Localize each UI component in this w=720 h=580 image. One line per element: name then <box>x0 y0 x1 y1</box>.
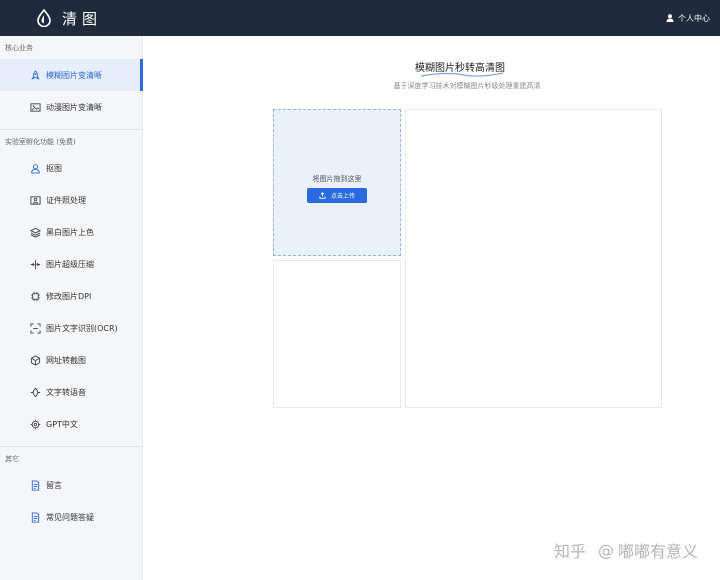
id-photo-icon <box>30 195 41 205</box>
sidebar-item-label: 抠图 <box>46 163 62 173</box>
sidebar-item-label: 文字转语音 <box>46 387 86 397</box>
image-icon <box>30 102 41 112</box>
page-subtitle: 基于深度学习技术对模糊图片秒级处理重建高清 <box>393 82 541 90</box>
scan-icon <box>30 322 41 334</box>
sidebar-item-deblur[interactable]: 模糊图片变清晰 <box>0 59 143 91</box>
sidebar-item-anime[interactable]: 动漫图片变清晰 <box>0 91 142 123</box>
sidebar-item-label: 动漫图片变清晰 <box>46 102 102 112</box>
user-center-label: 个人中心 <box>678 13 710 23</box>
title-area: 模糊图片秒转高清图 <box>143 56 720 77</box>
sidebar-item-faq[interactable]: 常见问题答疑 <box>0 501 142 533</box>
compress-icon <box>30 259 41 269</box>
sidebar-section-other: 其它 <box>5 455 19 463</box>
user-icon <box>666 14 674 22</box>
gear-icon <box>30 419 41 429</box>
sound-icon <box>30 387 41 397</box>
sidebar-item-label: 图片超级压缩 <box>46 259 94 269</box>
sidebar-item-dpi[interactable]: 修改图片DPI <box>0 280 142 312</box>
rocket-icon <box>31 69 40 79</box>
sidebar-item-cutout[interactable]: 抠图 <box>0 152 142 184</box>
sidebar-item-label: 留言 <box>46 480 62 490</box>
upload-hint: 将图片拖到这里 <box>312 175 362 183</box>
sidebar-item-message[interactable]: 留言 <box>0 469 142 501</box>
upload-button-label: 点击上传 <box>330 193 355 200</box>
watermark-at: @ <box>597 540 614 560</box>
page-title: 模糊图片秒转高清图 <box>415 59 505 77</box>
user-center-link[interactable]: 个人中心 <box>666 0 710 36</box>
water-drop-icon <box>37 9 51 27</box>
sidebar-section-lab: 实验室孵化功能 (免费) <box>5 138 76 146</box>
globe-icon <box>30 354 41 366</box>
original-preview-panel <box>273 260 401 408</box>
sidebar-divider <box>0 129 142 130</box>
chip-icon <box>30 291 41 301</box>
sidebar-item-tts[interactable]: 文字转语音 <box>0 376 142 408</box>
sidebar-item-label: 网址转截图 <box>46 355 86 365</box>
sidebar-item-url-screenshot[interactable]: 网址转截图 <box>0 344 142 376</box>
sidebar-item-label: 模糊图片变清晰 <box>46 70 102 80</box>
layers-icon <box>30 227 41 238</box>
sidebar-item-compress[interactable]: 图片超级压缩 <box>0 248 142 280</box>
upload-dropzone[interactable]: 将图片拖到这里 点击上传 <box>273 109 401 256</box>
sidebar-item-label: 图片文字识别(OCR) <box>46 323 118 333</box>
logo[interactable]: 清图 <box>36 8 102 29</box>
sidebar-item-label: 修改图片DPI <box>46 291 92 301</box>
watermark: 知乎 @ 嘟嘟有意义 <box>554 538 698 562</box>
sidebar-item-label: GPT中文 <box>46 419 78 429</box>
sidebar-item-id-photo[interactable]: 证件照处理 <box>0 184 142 216</box>
sidebar-divider <box>0 446 142 447</box>
document-icon <box>31 479 40 491</box>
sidebar-item-label: 常见问题答疑 <box>46 512 94 522</box>
document-icon <box>31 511 40 523</box>
upload-icon <box>319 192 326 199</box>
sidebar-item-ocr[interactable]: 图片文字识别(OCR) <box>0 312 142 344</box>
watermark-author: 嘟嘟有意义 <box>617 542 698 561</box>
result-preview-panel <box>405 109 662 408</box>
person-icon <box>31 163 40 174</box>
sidebar-item-gpt[interactable]: GPT中文 <box>0 408 142 440</box>
sidebar-section-core: 核心业务 <box>5 44 33 52</box>
sidebar: 核心业务 模糊图片变清晰 动漫图片变清晰 实验室孵化功能 (免费) 抠图 证件照… <box>0 36 143 580</box>
sidebar-item-colorize[interactable]: 黑白图片上色 <box>0 216 142 248</box>
title-underline-decoration <box>420 72 504 77</box>
watermark-site: 知乎 <box>553 542 586 561</box>
top-bar: 清图 个人中心 <box>0 0 720 36</box>
brand-name: 清图 <box>62 9 103 28</box>
sidebar-item-label: 黑白图片上色 <box>46 227 94 237</box>
main-content: 模糊图片秒转高清图 基于深度学习技术对模糊图片秒级处理重建高清 将图片拖到这里 … <box>143 36 720 580</box>
sidebar-item-label: 证件照处理 <box>46 195 86 205</box>
upload-button[interactable]: 点击上传 <box>307 188 367 203</box>
